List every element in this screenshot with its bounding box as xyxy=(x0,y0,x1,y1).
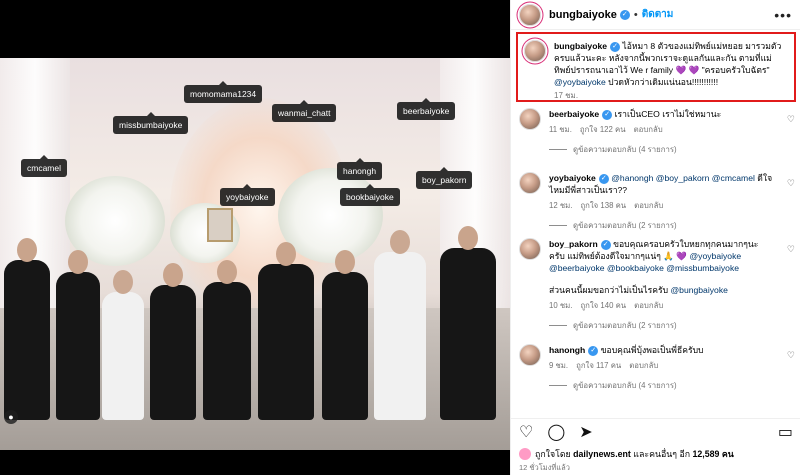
more-options-icon[interactable]: ••• xyxy=(774,7,792,23)
author-username[interactable]: bungbaiyoke xyxy=(549,9,617,21)
bookmark-icon[interactable]: ▭ xyxy=(778,422,793,442)
person-2 xyxy=(56,250,100,420)
avatar[interactable] xyxy=(519,108,541,130)
person-7 xyxy=(322,250,368,420)
verified-icon: ✓ xyxy=(588,345,599,356)
photo-tag[interactable]: cmcamel xyxy=(21,155,68,177)
separator-dot: • xyxy=(633,8,638,21)
memorial-portrait xyxy=(207,208,233,242)
comment-text: ขอบคุณพี่บุ้งพอเป็นพี่ธีครับบ xyxy=(600,345,704,355)
avatar xyxy=(519,448,531,460)
caption-mention[interactable]: @yoybaiyoke xyxy=(554,77,606,87)
comment-likes[interactable]: ถูกใจ 138 คน xyxy=(580,201,626,210)
comment-username[interactable]: beerbaiyoke xyxy=(549,109,599,119)
photo-tag[interactable]: momomama1234 xyxy=(184,81,263,103)
photo-tag[interactable]: boy_pakorn xyxy=(416,167,473,189)
comments-list: beerbaiyoke ✓ เราเป็นCEO เราไม่ใช่หมานะ 1… xyxy=(511,108,800,400)
comment-time: 9 ชม. xyxy=(549,361,569,370)
likes-user[interactable]: dailynews.ent xyxy=(573,449,631,459)
likes-count[interactable]: 12,589 คน xyxy=(693,447,734,461)
comment-likes[interactable]: ถูกใจ 122 คน xyxy=(580,125,626,134)
verified-icon: ✓ xyxy=(619,9,630,20)
comment-icon[interactable]: ◯ xyxy=(547,422,565,442)
view-replies[interactable]: ดูข้อความตอบกลับ (4 รายการ) xyxy=(549,144,774,156)
comment-username[interactable]: boy_pakorn xyxy=(549,239,598,249)
post-header: bungbaiyoke ✓ • ติดตาม ••• xyxy=(511,0,800,30)
verified-icon: ✓ xyxy=(598,173,609,184)
avatar[interactable] xyxy=(519,344,541,366)
action-bar: ♡ ◯ ➤ ▭ xyxy=(511,418,800,444)
photo-tag[interactable]: yoybaiyoke xyxy=(220,184,275,206)
comment-text: เราเป็นCEO เราไม่ใช่หมานะ xyxy=(614,109,722,119)
list-item: boy_pakorn ✓ ขอบคุณครอบครัวใบหยกทุกคนมากๆ… xyxy=(511,238,800,338)
comment-text-2: ส่วนคนนี้ผมขอกว่าไม่เป็นไรครับ xyxy=(549,285,669,295)
heart-icon[interactable]: ♡ xyxy=(519,422,533,442)
comment-mention[interactable]: @hanongh @boy_pakorn @cmcamel xyxy=(611,173,755,183)
caption-time: 17 ชม. xyxy=(554,91,579,100)
caption-highlight: bungbaiyoke ✓ ไอ้หมา 8 ตัวของแม่ทิพย์แม่ห… xyxy=(516,32,796,102)
list-item: yoybaiyoke ✓ @hanongh @boy_pakorn @cmcame… xyxy=(511,172,800,236)
instagram-post-window: ● momomama1234 missbumbaiyoke wanmai_cha… xyxy=(0,0,800,475)
reply-button[interactable]: ตอบกลับ xyxy=(634,201,663,210)
person-4 xyxy=(150,263,196,420)
avatar[interactable] xyxy=(519,172,541,194)
comment-likes[interactable]: ถูกใจ 117 คน xyxy=(576,361,621,370)
post-sidebar: bungbaiyoke ✓ • ติดตาม ••• bungbaiyoke ✓ … xyxy=(510,0,800,475)
photo-tag[interactable]: wanmai_chatt xyxy=(272,100,337,122)
photo-tag[interactable]: hanongh xyxy=(337,158,383,180)
heart-icon[interactable]: ♡ xyxy=(787,114,795,125)
person-1 xyxy=(4,238,50,420)
heart-icon[interactable]: ♡ xyxy=(787,350,795,361)
likes-prefix: ถูกใจโดย xyxy=(535,449,571,459)
view-replies[interactable]: ดูข้อความตอบกลับ (4 รายการ) xyxy=(549,380,774,392)
post-media[interactable]: ● momomama1234 missbumbaiyoke wanmai_cha… xyxy=(0,0,510,475)
reply-button[interactable]: ตอบกลับ xyxy=(629,361,658,370)
comment-username[interactable]: hanongh xyxy=(549,345,585,355)
avatar[interactable] xyxy=(524,40,546,62)
view-replies[interactable]: ดูข้อความตอบกลับ (2 รายการ) xyxy=(549,220,774,232)
comment-likes[interactable]: ถูกใจ 140 คน xyxy=(580,301,626,310)
heart-icon[interactable]: ♡ xyxy=(787,244,795,255)
verified-icon: ✓ xyxy=(600,239,611,250)
photo-tag[interactable]: missbumbaiyoke xyxy=(113,112,189,134)
post-time: 12 ชั่วโมงที่แล้ว xyxy=(519,463,570,472)
list-item: hanongh ✓ ขอบคุณพี่บุ้งพอเป็นพี่ธีครับบ 9… xyxy=(511,344,800,400)
person-5 xyxy=(203,260,251,420)
verified-icon: ✓ xyxy=(610,41,621,52)
view-replies[interactable]: ดูข้อความตอบกลับ (2 รายการ) xyxy=(549,320,774,332)
caption-text-end: ปวดหัวกว่าเดิมแน่นอน!!!!!!!!!!! xyxy=(608,77,719,87)
verified-icon: ✓ xyxy=(602,109,613,120)
send-icon[interactable]: ➤ xyxy=(579,422,592,442)
reply-button[interactable]: ตอบกลับ xyxy=(634,301,663,310)
likes-summary[interactable]: ถูกใจโดย dailynews.ent และคนอื่นๆ อีก 12… xyxy=(519,447,734,461)
photo-tag[interactable]: beerbaiyoke xyxy=(397,98,456,120)
person-8 xyxy=(374,230,426,420)
photo-tag[interactable]: bookbaiyoke xyxy=(340,184,400,206)
likes-middle: และคนอื่นๆ อีก xyxy=(633,449,691,459)
person-9 xyxy=(440,226,496,420)
follow-button[interactable]: ติดตาม xyxy=(642,7,674,22)
comment-time: 10 ชม. xyxy=(549,301,573,310)
comment-username[interactable]: yoybaiyoke xyxy=(549,173,596,183)
heart-icon[interactable]: ♡ xyxy=(787,178,795,189)
reply-button[interactable]: ตอบกลับ xyxy=(634,125,663,134)
person-icon[interactable]: ● xyxy=(4,410,18,424)
caption-username[interactable]: bungbaiyoke xyxy=(554,41,607,51)
person-6 xyxy=(258,242,314,420)
comment-time: 12 ชม. xyxy=(549,201,573,210)
caption: bungbaiyoke ✓ ไอ้หมา 8 ตัวของแม่ทิพย์แม่ห… xyxy=(554,40,788,100)
list-item: beerbaiyoke ✓ เราเป็นCEO เราไม่ใช่หมานะ 1… xyxy=(511,108,800,154)
comment-mention-2[interactable]: @bungbaiyoke xyxy=(670,285,727,295)
comment-time: 11 ชม. xyxy=(549,125,572,134)
avatar[interactable] xyxy=(519,238,541,260)
person-3 xyxy=(102,270,144,420)
avatar[interactable] xyxy=(519,3,541,26)
